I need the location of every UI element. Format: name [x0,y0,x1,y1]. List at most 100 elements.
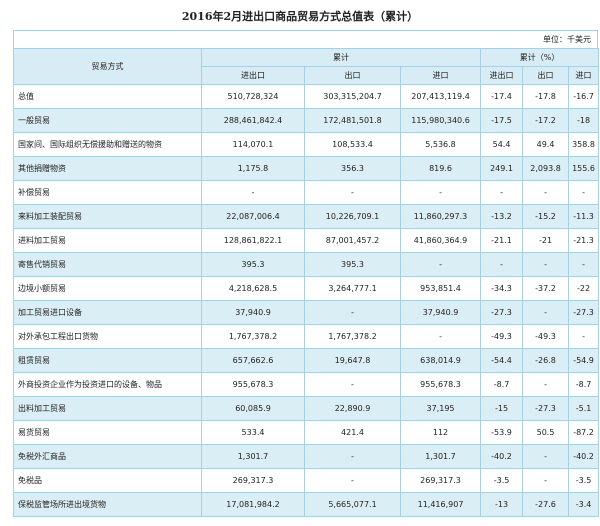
cell-import: 115,980,340.6 [399,108,482,133]
row-name: 来料加工装配贸易 [13,204,202,229]
cell-export: - [304,468,401,493]
cell-pct-export: -26.8 [522,348,570,373]
cell-pct-import: - [568,252,600,277]
cell-pct-import: -40.2 [568,444,600,469]
cell-pct-total: -21.1 [480,228,524,253]
cell-total: 533.4 [201,420,305,445]
row-name: 进料加工贸易 [13,228,202,253]
cell-pct-total: 54.4 [480,132,524,157]
row-name: 保税监管场所进出境货物 [13,492,202,517]
header-pct-export: 出口 [522,66,570,85]
cell-import: 41,860,364.9 [399,228,482,253]
table-row: 租赁贸易 657,662.6 19,647.8 638,014.9 -54.4 … [13,348,600,373]
cell-import: 1,301.7 [399,444,482,469]
table-row: 来料加工装配贸易 22,087,006.4 10,226,709.1 11,86… [13,204,600,229]
cell-pct-total: - [480,180,524,205]
cell-pct-export: -17.2 [522,108,570,133]
row-name: 边境小额贸易 [13,276,202,301]
cell-import: 207,413,119.4 [399,84,482,109]
cell-export: 356.3 [304,156,401,181]
cell-total: 60,085.9 [201,396,305,421]
cell-pct-import: -18 [568,108,600,133]
cell-pct-import: -11.3 [568,204,600,229]
cell-pct-total: -54.4 [480,348,524,373]
header-pct-total: 进出口 [480,66,524,85]
cell-export: 108,533.4 [304,132,401,157]
trade-mode-table: 贸易方式 累计 累计（%） 进出口 出口 进口 进出口 出口 进口 总值 510… [13,48,600,517]
table-row: 总值 510,728,324 303,315,204.7 207,413,119… [13,84,600,109]
cell-pct-import: -3.4 [568,492,600,517]
cell-pct-export: 49.4 [522,132,570,157]
table-row: 国家间、国际组织无偿援助和赠送的物资 114,070.1 108,533.4 5… [13,132,600,157]
cell-pct-total: -49.3 [480,324,524,349]
row-name: 总值 [13,84,202,109]
cell-pct-import: -21.3 [568,228,600,253]
table-row: 边境小额贸易 4,218,628.5 3,264,777.1 953,851.4… [13,276,600,301]
cell-export: 172,481,501.8 [304,108,401,133]
row-name: 免税品 [13,468,202,493]
table-row: 外商投资企业作为投资进口的设备、物品 955,678.3 - 955,678.3… [13,372,600,397]
cell-pct-total: -27.3 [480,300,524,325]
cell-pct-export: - [522,444,570,469]
header-cumulative: 累计 [200,48,482,67]
cell-pct-import: -5.1 [568,396,600,421]
cell-export: 1,767,378.2 [304,324,401,349]
cell-pct-export: - [522,252,570,277]
cell-total: 4,218,628.5 [201,276,305,301]
cell-import: - [399,252,482,277]
row-name: 租赁贸易 [13,348,202,373]
cell-pct-import: - [568,180,600,205]
table-row: 进料加工贸易 128,861,822.1 87,001,457.2 41,860… [13,228,600,253]
cell-total: 955,678.3 [201,372,305,397]
cell-import: - [399,324,482,349]
table-row: 出料加工贸易 60,085.9 22,890.9 37,195 -15 -27.… [13,396,600,421]
cell-pct-export: 50.5 [522,420,570,445]
cell-import: 5,536.8 [399,132,482,157]
row-name: 国家间、国际组织无偿援助和赠送的物资 [13,132,202,157]
cell-export: 3,264,777.1 [304,276,401,301]
cell-pct-total: -13 [480,492,524,517]
table-row: 加工贸易进口设备 37,940.9 - 37,940.9 -27.3 - -27… [13,300,600,325]
cell-export: 303,315,204.7 [304,84,401,109]
cell-pct-total: -17.4 [480,84,524,109]
header-pct-import: 进口 [568,66,600,85]
cell-import: 955,678.3 [399,372,482,397]
header-import: 进口 [399,66,482,85]
row-name: 一般贸易 [13,108,202,133]
cell-total: 288,461,842.4 [201,108,305,133]
cell-pct-export: 2,093.8 [522,156,570,181]
table-row: 免税品 269,317.3 - 269,317.3 -3.5 - -3.5 [13,468,600,493]
cell-pct-total: 249.1 [480,156,524,181]
row-name: 加工贸易进口设备 [13,300,202,325]
cell-pct-import: -27.3 [568,300,600,325]
cell-total: 1,767,378.2 [201,324,305,349]
cell-pct-import: -8.7 [568,372,600,397]
cell-export: 19,647.8 [304,348,401,373]
row-name: 免税外汇商品 [13,444,202,469]
row-name: 寄售代销贸易 [13,252,202,277]
cell-pct-total: -13.2 [480,204,524,229]
cell-pct-import: -22 [568,276,600,301]
cell-pct-export: - [522,180,570,205]
cell-import: 11,416,907 [399,492,482,517]
cell-pct-export: - [522,372,570,397]
cell-pct-import: -16.7 [568,84,600,109]
cell-import: 953,851.4 [399,276,482,301]
cell-total: 128,861,822.1 [201,228,305,253]
cell-pct-import: -54.9 [568,348,600,373]
cell-export: 5,665,077.1 [304,492,401,517]
header-cumulative-pct: 累计（%） [480,48,600,67]
cell-export: 421.4 [304,420,401,445]
cell-import: 11,860,297.3 [399,204,482,229]
cell-import: - [399,180,482,205]
cell-export: - [304,444,401,469]
cell-pct-export: -15.2 [522,204,570,229]
cell-pct-export: -27.3 [522,396,570,421]
cell-export: 10,226,709.1 [304,204,401,229]
cell-import: 112 [399,420,482,445]
cell-pct-total: -17.5 [480,108,524,133]
cell-total: 1,301.7 [201,444,305,469]
table-row: 对外承包工程出口货物 1,767,378.2 1,767,378.2 - -49… [13,324,600,349]
unit-label: 单位：千美元 [13,30,598,48]
cell-pct-export: -21 [522,228,570,253]
